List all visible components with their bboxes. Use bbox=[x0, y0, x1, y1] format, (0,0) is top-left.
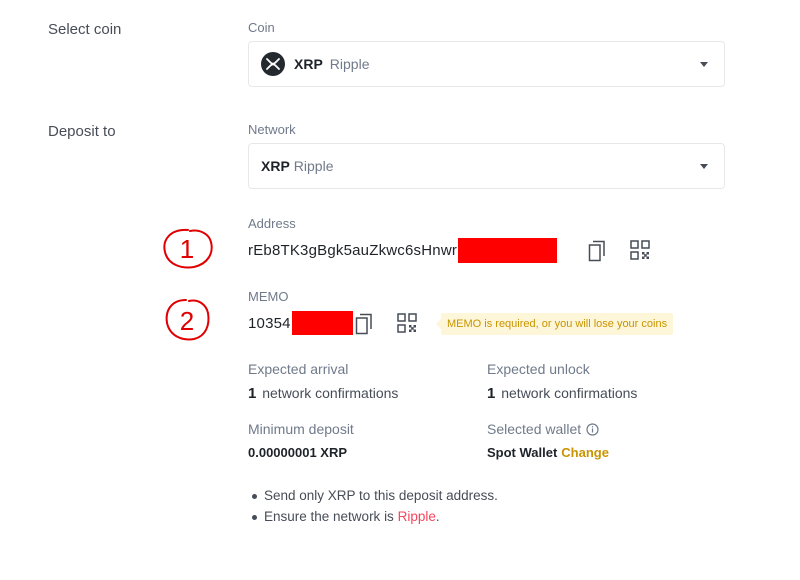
selected-wallet-label: Selected wallet bbox=[487, 421, 582, 437]
selected-wallet-value-row: Spot Wallet Change bbox=[487, 445, 609, 460]
memo-value-row: 10354 bbox=[248, 311, 353, 335]
address-value-row: rEb8TK3gBgk5auZkwc6sHnwr bbox=[248, 238, 558, 263]
memo-value: 10354 bbox=[248, 314, 291, 332]
coin-field-label: Coin bbox=[248, 20, 275, 35]
expected-arrival-label: Expected arrival bbox=[248, 361, 349, 377]
memo-qr-button[interactable] bbox=[397, 313, 417, 338]
coin-select[interactable]: XRP Ripple bbox=[248, 41, 725, 87]
expected-arrival-unit: network confirmations bbox=[262, 385, 399, 401]
address-qr-button[interactable] bbox=[630, 240, 650, 265]
annotation-1-text: 1 bbox=[180, 234, 194, 264]
change-wallet-link[interactable]: Change bbox=[561, 445, 609, 460]
expected-arrival-value: 1 network confirmations bbox=[248, 385, 398, 402]
deposit-address: rEb8TK3gBgk5auZkwc6sHnwr bbox=[248, 242, 458, 259]
coin-name: Ripple bbox=[329, 56, 370, 72]
annotation-2-text: 2 bbox=[180, 306, 194, 336]
copy-address-button[interactable] bbox=[588, 240, 606, 267]
annotation-circle-2: 2 bbox=[162, 296, 212, 349]
caret-down-icon bbox=[700, 62, 708, 67]
xrp-logo-icon bbox=[261, 52, 285, 76]
selected-wallet-label-row: Selected wallet bbox=[487, 421, 599, 439]
minimum-deposit-label: Minimum deposit bbox=[248, 421, 354, 437]
expected-arrival-count: 1 bbox=[248, 385, 257, 402]
expected-unlock-label: Expected unlock bbox=[487, 361, 590, 377]
network-symbol: XRP bbox=[261, 158, 290, 174]
network-select[interactable]: XRP Ripple bbox=[248, 143, 725, 189]
deposit-notes: Send only XRP to this deposit address. E… bbox=[248, 486, 498, 528]
minimum-deposit-value: 0.00000001 XRP bbox=[248, 445, 348, 460]
coin-symbol: XRP bbox=[294, 56, 323, 72]
annotation-circle-1: 1 bbox=[160, 226, 216, 277]
copy-icon bbox=[355, 313, 372, 335]
note-network-name: Ripple bbox=[397, 509, 436, 524]
network-field-label: Network bbox=[248, 122, 296, 137]
network-name: Ripple bbox=[293, 158, 334, 174]
memo-warning-tooltip: MEMO is required, or you will lose your … bbox=[435, 313, 674, 335]
deposit-to-section-label: Deposit to bbox=[48, 123, 116, 140]
expected-unlock-count: 1 bbox=[487, 385, 496, 402]
selected-wallet-value: Spot Wallet bbox=[487, 445, 558, 460]
caret-down-icon bbox=[700, 164, 708, 169]
info-circle-icon[interactable] bbox=[586, 423, 599, 439]
expected-unlock-unit: network confirmations bbox=[501, 385, 638, 401]
note-send-only: Send only XRP to this deposit address. bbox=[248, 486, 498, 507]
copy-icon bbox=[588, 240, 605, 262]
select-coin-section-label: Select coin bbox=[48, 21, 122, 38]
address-redaction bbox=[458, 238, 558, 263]
copy-memo-button[interactable] bbox=[355, 313, 373, 340]
address-label: Address bbox=[248, 216, 296, 231]
memo-redaction bbox=[291, 311, 353, 335]
qr-code-icon bbox=[397, 313, 417, 333]
qr-code-icon bbox=[630, 240, 650, 260]
memo-label: MEMO bbox=[248, 289, 289, 304]
note-ensure-network: Ensure the network is Ripple. bbox=[248, 507, 498, 528]
expected-unlock-value: 1 network confirmations bbox=[487, 385, 637, 402]
